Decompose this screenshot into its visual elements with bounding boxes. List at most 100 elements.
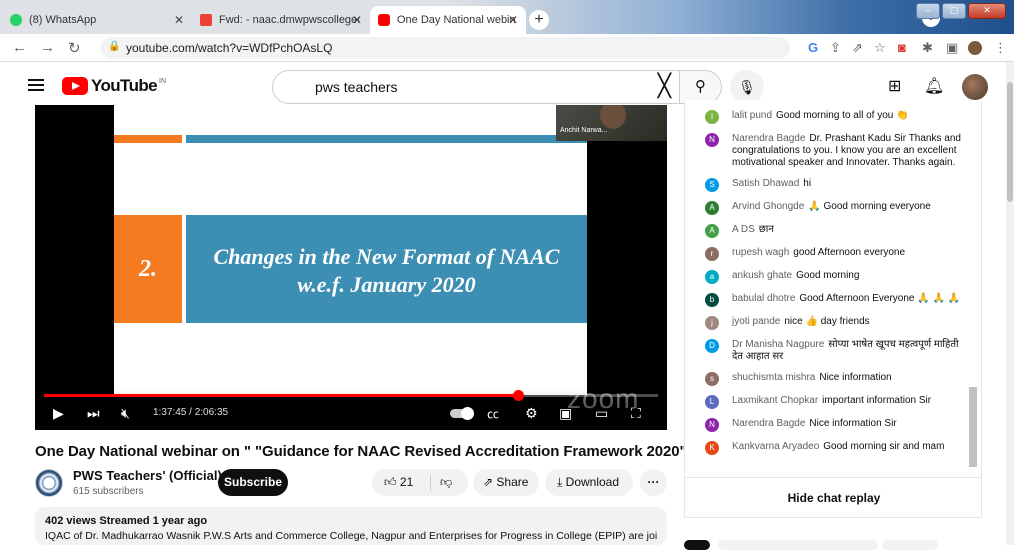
chat-body: Satish Dhawad hi: [732, 178, 811, 190]
page-scroll-thumb[interactable]: [1007, 82, 1013, 202]
url-field[interactable]: 🔒 youtube.com/watch?v=WDfPchOAsLQ: [100, 37, 790, 59]
install-icon[interactable]: ⇪: [830, 40, 841, 56]
extension-icon[interactable]: ◙: [898, 40, 906, 55]
close-window-button[interactable]: ✕: [968, 3, 1006, 19]
tab-gmail[interactable]: Fwd: - naac.dmwpwscollege@gm ✕: [192, 6, 370, 34]
download-button[interactable]: ⤓ Download: [545, 469, 633, 496]
channel-name[interactable]: PWS Teachers' (Official): [73, 468, 222, 483]
progress-scrubber[interactable]: [513, 390, 524, 401]
chat-text: Nice information: [819, 372, 892, 383]
chat-avatar[interactable]: K: [705, 441, 719, 455]
notifications-bell-icon[interactable]: 🔔︎: [924, 76, 944, 96]
chat-avatar[interactable]: b: [705, 293, 719, 307]
close-tab-icon[interactable]: ✕: [174, 13, 184, 27]
menu-icon[interactable]: [28, 79, 44, 91]
google-icon[interactable]: G: [808, 40, 818, 55]
progress-bar[interactable]: [44, 390, 658, 401]
chat-text: छान: [758, 224, 774, 235]
minimize-button[interactable]: –: [916, 3, 940, 19]
browser-menu-icon[interactable]: ⋮: [994, 40, 1007, 56]
chat-message: S Satish Dhawad hi: [685, 178, 969, 192]
theater-mode-icon[interactable]: ▭: [595, 405, 608, 422]
chat-author[interactable]: rupesh wagh: [732, 247, 789, 258]
page-scrollbar[interactable]: [1006, 62, 1014, 545]
tab-whatsapp[interactable]: (8) WhatsApp ✕: [2, 6, 192, 34]
account-avatar[interactable]: [962, 74, 988, 100]
chat-author[interactable]: jyoti pande: [732, 316, 780, 327]
clear-search-icon[interactable]: ╳: [658, 74, 671, 98]
chat-author[interactable]: Kankvarna Aryadeo: [732, 441, 819, 452]
subscribe-button[interactable]: Subscribe: [218, 469, 288, 496]
captions-icon[interactable]: ㏄: [487, 405, 499, 422]
chat-body: Arvind Ghongde 🙏 Good morning everyone: [732, 201, 931, 213]
forward-icon[interactable]: →: [40, 39, 55, 56]
chat-avatar[interactable]: a: [705, 270, 719, 284]
share-page-icon[interactable]: ⇗: [852, 40, 863, 56]
bookmark-star-icon[interactable]: ☆: [874, 40, 886, 56]
chat-author[interactable]: Arvind Ghongde: [732, 201, 804, 212]
video-player[interactable]: 2. Changes in the New Format of NAAC w.e…: [35, 105, 667, 430]
search-button[interactable]: ⚲: [680, 70, 722, 104]
chip[interactable]: [718, 540, 878, 550]
share-button[interactable]: ⇗ Share: [473, 469, 539, 496]
download-label: Download: [565, 475, 620, 489]
close-tab-icon[interactable]: ✕: [352, 13, 362, 27]
description-box[interactable]: 402 views Streamed 1 year ago IQAC of Dr…: [35, 507, 667, 545]
chip[interactable]: [882, 540, 938, 550]
chat-avatar[interactable]: D: [705, 339, 719, 353]
back-icon[interactable]: ←: [12, 39, 27, 56]
chat-author[interactable]: ankush ghate: [732, 270, 792, 281]
search-input[interactable]: pws teachers: [315, 79, 397, 95]
settings-gear-icon[interactable]: ⚙: [525, 405, 538, 422]
slide-accent-bar: [114, 135, 182, 143]
reload-icon[interactable]: ↻: [68, 39, 81, 57]
chat-author[interactable]: shuchismta mishra: [732, 372, 815, 383]
maximize-button[interactable]: ▢: [942, 3, 966, 19]
next-icon[interactable]: ⏭: [87, 405, 100, 422]
fullscreen-icon[interactable]: ⛶: [631, 405, 641, 422]
chat-avatar[interactable]: N: [705, 418, 719, 432]
autoplay-toggle[interactable]: [450, 407, 474, 420]
chat-author[interactable]: Narendra Bagde: [732, 418, 805, 429]
chat-avatar[interactable]: r: [705, 247, 719, 261]
chat-avatar[interactable]: l: [705, 110, 719, 124]
chat-author[interactable]: A DS: [732, 224, 755, 235]
new-tab-button[interactable]: +: [529, 10, 549, 30]
chat-message: N Narendra Bagde Nice information Sir: [685, 418, 969, 432]
chat-avatar[interactable]: S: [705, 178, 719, 192]
browser-tab-strip: (8) WhatsApp ✕ Fwd: - naac.dmwpwscollege…: [0, 0, 1014, 34]
chat-author[interactable]: Laxmikant Chopkar: [732, 395, 818, 406]
chat-avatar[interactable]: s: [705, 372, 719, 386]
more-actions-button[interactable]: ···: [640, 469, 667, 496]
miniplayer-icon[interactable]: ▣: [559, 405, 572, 422]
voice-search-button[interactable]: 🎙: [730, 70, 764, 104]
chip-all[interactable]: [684, 540, 710, 550]
close-tab-icon[interactable]: ✕: [508, 13, 518, 27]
chat-author[interactable]: Satish Dhawad: [732, 178, 799, 189]
chat-avatar[interactable]: L: [705, 395, 719, 409]
youtube-logo[interactable]: YouTube IN: [62, 76, 166, 96]
hide-chat-button[interactable]: Hide chat replay: [685, 477, 981, 517]
side-panel-icon[interactable]: ▣: [946, 40, 958, 56]
chat-author[interactable]: Narendra Bagde: [732, 133, 805, 144]
chat-author[interactable]: lalit pund: [732, 110, 772, 121]
chat-avatar[interactable]: A: [705, 201, 719, 215]
chat-text: good Afternoon everyone: [793, 247, 906, 258]
dislike-button[interactable]: 👎︎: [440, 469, 452, 496]
profile-avatar-icon[interactable]: [968, 41, 982, 55]
chat-avatar[interactable]: A: [705, 224, 719, 238]
tab-youtube[interactable]: One Day National webinar on " " ✕: [370, 6, 526, 34]
channel-avatar[interactable]: [35, 469, 63, 497]
mute-icon[interactable]: 🔇︎: [121, 405, 130, 422]
play-icon[interactable]: ▶: [53, 405, 64, 422]
chat-message: A Arvind Ghongde 🙏 Good morning everyone: [685, 201, 969, 215]
chat-avatar[interactable]: j: [705, 316, 719, 330]
like-button[interactable]: 👍︎ 21: [384, 469, 413, 496]
chat-scrollbar[interactable]: [969, 387, 977, 467]
chat-avatar[interactable]: N: [705, 133, 719, 147]
extensions-puzzle-icon[interactable]: ✱: [922, 40, 933, 56]
chat-author[interactable]: babulal dhotre: [732, 293, 795, 304]
create-video-icon[interactable]: ⊞: [888, 76, 901, 96]
chat-author[interactable]: Dr Manisha Nagpure: [732, 339, 824, 350]
search-box[interactable]: pws teachers ╳: [272, 70, 680, 104]
